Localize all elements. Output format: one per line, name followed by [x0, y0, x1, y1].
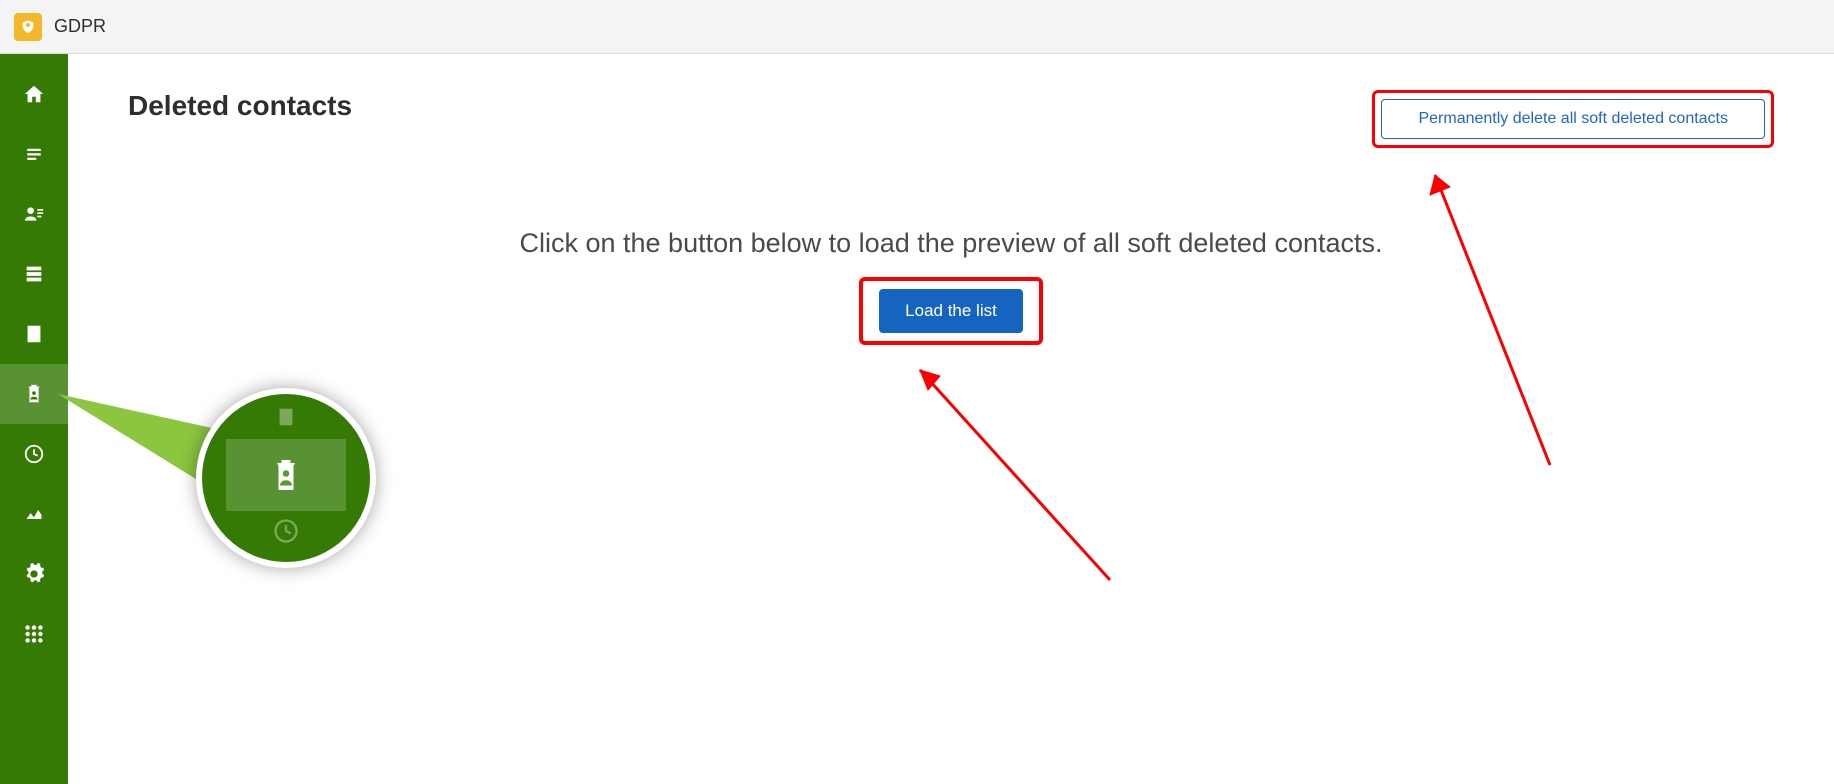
load-list-button[interactable]: Load the list	[879, 289, 1023, 333]
annotation-magnify-circle	[196, 388, 376, 568]
trash-person-icon	[268, 455, 304, 495]
clock-icon	[272, 517, 300, 545]
sidebar-item-settings[interactable]	[0, 544, 68, 604]
gear-icon	[23, 563, 45, 585]
page-header: Deleted contacts Permanently delete all …	[128, 90, 1774, 148]
menu-bars-icon	[23, 145, 45, 163]
sidebar-item-database[interactable]	[0, 244, 68, 304]
database-icon	[23, 263, 45, 285]
sidebar-item-contacts[interactable]	[0, 184, 68, 244]
annotation-box-load: Load the list	[859, 277, 1043, 345]
building-icon	[271, 406, 301, 428]
shield-user-icon	[20, 19, 36, 35]
permanently-delete-button[interactable]: Permanently delete all soft deleted cont…	[1381, 99, 1765, 139]
topbar: GDPR	[0, 0, 1834, 54]
page-title: Deleted contacts	[128, 90, 352, 122]
building-icon	[23, 323, 45, 345]
apps-grid-icon	[23, 623, 45, 645]
annotation-arrow-load	[900, 350, 1120, 590]
sidebar-item-home[interactable]	[0, 64, 68, 124]
trash-person-icon	[23, 382, 45, 406]
person-lines-icon	[22, 204, 46, 224]
sidebar-item-apps[interactable]	[0, 604, 68, 664]
sidebar-item-company[interactable]	[0, 304, 68, 364]
home-icon	[23, 83, 45, 105]
annotation-box-delete-all: Permanently delete all soft deleted cont…	[1372, 90, 1774, 148]
chart-icon	[23, 504, 45, 524]
app-title: GDPR	[54, 16, 106, 37]
app-logo	[14, 13, 42, 41]
clock-icon	[23, 443, 45, 465]
sidebar-item-menu[interactable]	[0, 124, 68, 184]
annotation-arrow-delete	[1410, 155, 1560, 475]
